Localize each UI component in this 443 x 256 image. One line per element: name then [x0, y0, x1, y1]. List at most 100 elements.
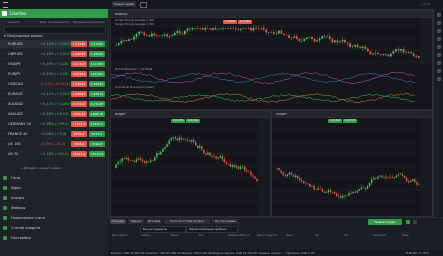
- watchlist-row[interactable]: ☆ USDJPY +0,16% (+0,18) 110,302 110,305: [0, 60, 108, 69]
- watchlist-row[interactable]: ☆ EURUSD +0,14% (+0,0015) 1,17195 1,17200: [0, 40, 108, 49]
- sell-button[interactable]: 110,302: [71, 61, 87, 67]
- section-popular[interactable]: ▾ Популярные рынки: [4, 34, 43, 38]
- watchlist-row[interactable]: ☆ USDCAD -0,11% (-0,0014) 1,26125 1,26135: [0, 80, 108, 89]
- buy-button[interactable]: 35117,8: [89, 151, 105, 157]
- watchlist-row[interactable]: ☆ FRANCE 40 +0,08% (+5,4) 6712,4 6713,2: [0, 130, 108, 139]
- fib-tool-icon[interactable]: [437, 29, 441, 33]
- star-icon[interactable]: ☆: [2, 112, 5, 116]
- new-order-button[interactable]: Новый ордер: [112, 1, 136, 7]
- add-symbol-link[interactable]: + Добавить новый символ: [20, 166, 62, 170]
- positions-column[interactable]: S/L: [315, 234, 319, 237]
- star-icon[interactable]: ☆: [2, 132, 5, 136]
- close-panel-icon[interactable]: [413, 220, 417, 224]
- buy-button[interactable]: 129,262: [89, 71, 105, 77]
- star-icon[interactable]: ☆: [2, 152, 5, 156]
- sell-button[interactable]: 1,26125: [71, 81, 87, 87]
- trash-icon[interactable]: [437, 77, 441, 81]
- bottom-tab[interactable]: Стоп-лосс/Тейк-профит: [164, 219, 211, 224]
- positions-column[interactable]: Инструмент: [112, 234, 128, 237]
- buy-button[interactable]: 7024,8: [89, 141, 105, 147]
- col-change[interactable]: Изм. инструмента: [40, 20, 69, 24]
- buy-button[interactable]: 6713,2: [89, 131, 105, 137]
- filter-instruments[interactable]: Все инструменты: [140, 226, 186, 233]
- star-icon[interactable]: ☆: [2, 102, 5, 106]
- expand-icon[interactable]: [406, 220, 410, 224]
- side-menu-item[interactable]: Пополнение счета: [0, 214, 108, 223]
- star-icon[interactable]: ☆: [2, 92, 5, 96]
- window-controls[interactable]: — ▢ ✕: [420, 2, 440, 6]
- buy-button[interactable]: 1,26135: [89, 81, 105, 87]
- positions-column[interactable]: Цена открытия: [257, 234, 277, 237]
- positions-column[interactable]: Объем: [170, 234, 179, 237]
- star-icon[interactable]: ☆: [2, 82, 5, 86]
- sell-button[interactable]: 35114,2: [71, 151, 87, 157]
- sell-button[interactable]: 1,34015: [71, 51, 87, 57]
- menu-icon[interactable]: [3, 2, 8, 8]
- watchlist-row[interactable]: ☆ UK 100 -0,20% (-14,2) 7023,6 7024,8: [0, 140, 108, 149]
- lock-icon[interactable]: [437, 69, 441, 73]
- side-menu-item[interactable]: Идеи: [0, 184, 108, 193]
- positions-column[interactable]: Тип: [199, 234, 204, 237]
- buy-button[interactable]: 0,74128: [89, 101, 105, 107]
- chart-right-canvas[interactable]: [272, 118, 432, 216]
- star-icon[interactable]: ☆: [2, 42, 5, 46]
- search-input[interactable]: [4, 26, 106, 34]
- positions-column[interactable]: Комиссия: [373, 234, 386, 237]
- layout-grid-icon[interactable]: [140, 2, 147, 8]
- line-tool-icon[interactable]: [437, 21, 441, 25]
- zoom-icon[interactable]: [437, 61, 441, 65]
- col-symbol[interactable]: Символ: [8, 20, 20, 24]
- bottom-tab[interactable]: Не торгуемые: [212, 219, 239, 224]
- watchlist-row[interactable]: ☆ GERMANY 40 +0,38% (+59,0) 15673,4 15675,2: [0, 120, 108, 129]
- sell-button[interactable]: 129,254: [71, 71, 87, 77]
- watchlist-row[interactable]: ☆ GBPUSD +0,16% (+0,0021) 1,34015 1,34020: [0, 50, 108, 59]
- positions-column[interactable]: Swap: [402, 234, 409, 237]
- buy-button[interactable]: 1,17200: [89, 41, 105, 47]
- shape-tool-icon[interactable]: [437, 45, 441, 49]
- side-menu-item[interactable]: Ганд: [0, 174, 108, 183]
- new-order-bottom-button[interactable]: Новый ордер: [368, 219, 402, 225]
- chart-main-canvas[interactable]: [111, 18, 432, 109]
- cursor-icon[interactable]: [437, 13, 441, 17]
- star-icon[interactable]: ☆: [2, 142, 5, 146]
- watchlist-row[interactable]: ☆ XAUUSD +0,36% (+6,51) 1808,42 1808,78: [0, 110, 108, 119]
- measure-icon[interactable]: [437, 53, 441, 57]
- chart-right[interactable]: USDJPY 110,302 110,305: [271, 110, 433, 217]
- col-buy[interactable]: Покупать: [90, 20, 105, 24]
- sell-button[interactable]: 1808,42: [71, 111, 87, 117]
- buy-button[interactable]: 1808,78: [89, 111, 105, 117]
- col-sell[interactable]: Продавать: [73, 20, 90, 24]
- star-icon[interactable]: ☆: [2, 52, 5, 56]
- filter-profit[interactable]: Нереализованный прибыль: [186, 226, 238, 233]
- chart-left-canvas[interactable]: [111, 118, 270, 216]
- watchlist-row[interactable]: ☆ AUDUSD +0,12% (+0,0009) 0,74122 0,74128: [0, 100, 108, 109]
- watchlist-row[interactable]: ☆ EURJPY +0,39% (+0,50) 129,254 129,262: [0, 70, 108, 79]
- sell-button[interactable]: 0,74122: [71, 101, 87, 107]
- chart-main[interactable]: EURUSD Simple Moving Average 1 (20) Simp…: [110, 10, 433, 110]
- sell-button[interactable]: 7023,6: [71, 141, 87, 147]
- positions-column[interactable]: Прибыль/Убыток: [228, 234, 250, 237]
- buy-button[interactable]: 1,58118: [89, 91, 105, 97]
- star-icon[interactable]: ☆: [2, 72, 5, 76]
- positions-column[interactable]: Цена: [286, 234, 293, 237]
- bottom-tab[interactable]: Позиции: [110, 219, 126, 224]
- star-icon[interactable]: ☆: [2, 122, 5, 126]
- positions-column[interactable]: T/P: [344, 234, 348, 237]
- positions-column[interactable]: Символ: [141, 234, 151, 237]
- text-tool-icon[interactable]: [437, 37, 441, 41]
- sell-button[interactable]: 15673,4: [71, 121, 87, 127]
- bottom-tab[interactable]: История: [146, 219, 162, 224]
- watchlist-row[interactable]: ☆ EURAUD +0,12% (+0,0020) 1,58102 1,58118: [0, 90, 108, 99]
- chart-left[interactable]: EURJPY 129,254 129,262: [110, 110, 271, 217]
- buy-button[interactable]: 110,305: [89, 61, 105, 67]
- side-menu-item[interactable]: Настройки: [0, 234, 108, 243]
- sell-button[interactable]: 1,17195: [71, 41, 87, 47]
- side-menu-item[interactable]: Снятие средств: [0, 224, 108, 233]
- buy-button[interactable]: 1,34020: [89, 51, 105, 57]
- side-menu-item[interactable]: Анализ: [0, 194, 108, 203]
- bottom-tab[interactable]: Ордера: [128, 219, 144, 224]
- side-menu-item[interactable]: Фаворы: [0, 204, 108, 213]
- watchlist-row[interactable]: ☆ US 30 +0,18% (+62,0) 35114,2 35117,8: [0, 150, 108, 159]
- sell-button[interactable]: 6712,4: [71, 131, 87, 137]
- sell-button[interactable]: 1,58102: [71, 91, 87, 97]
